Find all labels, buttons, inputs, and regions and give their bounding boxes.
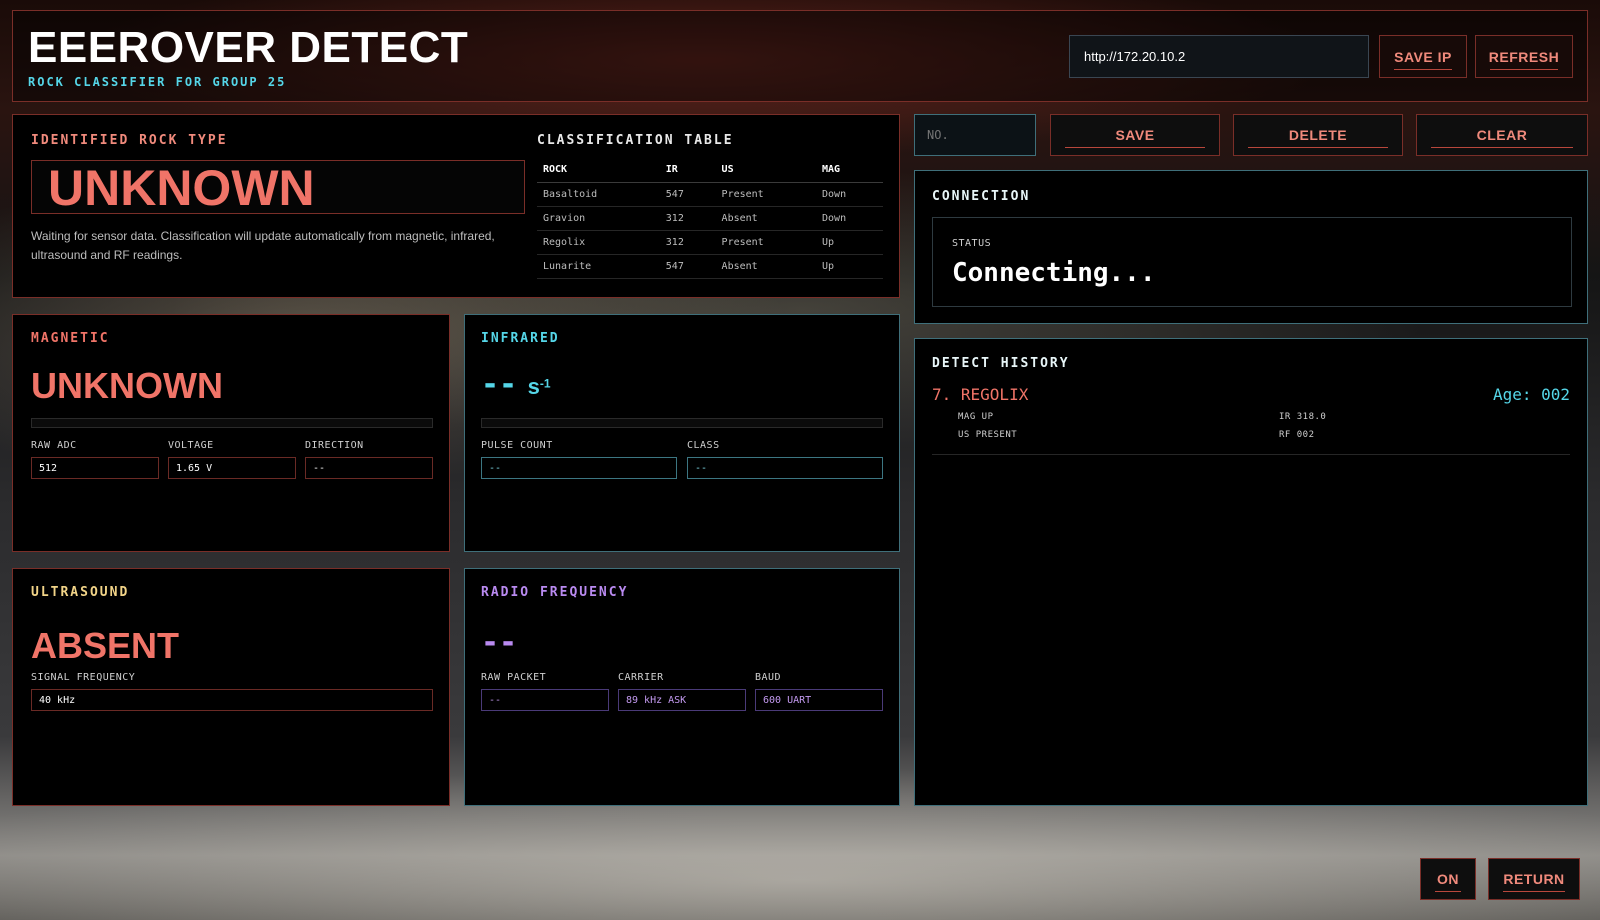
direction-value: -- (305, 457, 433, 479)
record-number-input[interactable] (914, 114, 1036, 156)
radio-frequency-panel: RADIO FREQUENCY -- RAW PACKET CARRIER BA… (464, 568, 900, 806)
column-header-ir: IR (659, 158, 716, 183)
ip-address-input[interactable] (1069, 35, 1369, 78)
column-header-us: US (715, 158, 817, 183)
infrared-value: -- (481, 367, 518, 402)
raw-packet-value: -- (481, 689, 609, 711)
ir-class-label: CLASS (687, 440, 720, 451)
raw-adc-value: 512 (31, 457, 159, 479)
identified-description: Waiting for sensor data. Classification … (31, 229, 495, 262)
infrared-label: INFRARED (481, 331, 560, 346)
refresh-button-label: REFRESH (1488, 48, 1560, 65)
table-row: Basaltoid 547 Present Down (537, 182, 883, 207)
table-cell: Down (816, 182, 883, 207)
return-button-label: RETURN (1503, 871, 1565, 887)
save-button[interactable]: SAVE (1050, 114, 1220, 156)
history-entry-us: US PRESENT (958, 430, 1018, 440)
rf-value: -- (481, 625, 518, 660)
table-row: Lunarite 547 Absent Up (537, 254, 883, 279)
table-cell: 547 (659, 182, 716, 207)
column-header-rock: ROCK (537, 158, 660, 183)
table-cell: Gravion (537, 206, 660, 231)
delete-button[interactable]: DELETE (1233, 114, 1403, 156)
identified-rock-value: UNKNOWN (31, 160, 525, 215)
table-cell: Up (816, 254, 883, 279)
history-entry-title: 7. REGOLIX (932, 385, 1029, 404)
infrared-reading: -- s-1 (481, 367, 551, 402)
direction-label: DIRECTION (305, 440, 364, 451)
infrared-level-bar (481, 418, 883, 428)
magnetic-level-bar (31, 418, 433, 428)
classification-table: ROCK IR US MAG Basaltoid 547 Present Dow… (537, 158, 883, 279)
table-cell: Regolix (537, 230, 660, 255)
infrared-panel: INFRARED -- s-1 PULSE COUNT CLASS -- -- (464, 314, 900, 552)
table-cell: Lunarite (537, 254, 660, 279)
ultrasound-value: ABSENT (31, 625, 180, 666)
raw-packet-label: RAW PACKET (481, 672, 547, 683)
delete-button-label: DELETE (1288, 127, 1348, 143)
refresh-button[interactable]: REFRESH (1475, 35, 1573, 78)
connection-status-box: STATUS Connecting... (932, 217, 1572, 307)
clear-button-label: CLEAR (1476, 127, 1528, 143)
table-cell: Present (715, 182, 817, 207)
history-entry-rf: RF 002 (1279, 430, 1315, 440)
connection-status-value: Connecting... (952, 258, 1156, 288)
signal-frequency-label: SIGNAL FREQUENCY (31, 672, 136, 683)
pulse-count-value: -- (481, 457, 677, 479)
history-entry[interactable]: 7. REGOLIX Age: 002 MAG UP US PRESENT IR… (932, 383, 1570, 455)
ir-class-value: -- (687, 457, 883, 479)
table-cell: Down (816, 206, 883, 231)
table-cell: 547 (659, 254, 716, 279)
table-cell: 312 (659, 230, 716, 255)
voltage-value: 1.65 V (168, 457, 296, 479)
save-ip-button[interactable]: SAVE IP (1379, 35, 1467, 78)
app-subtitle: ROCK CLASSIFIER FOR GROUP 25 (28, 75, 287, 89)
carrier-value: 89 kHz ASK (618, 689, 746, 711)
connection-panel: CONNECTION STATUS Connecting... (914, 170, 1588, 324)
table-cell: 312 (659, 206, 716, 231)
voltage-label: VOLTAGE (168, 440, 214, 451)
save-button-label: SAVE (1115, 127, 1155, 143)
baud-label: BAUD (755, 672, 782, 683)
save-ip-button-label: SAVE IP (1394, 48, 1452, 65)
clear-button[interactable]: CLEAR (1416, 114, 1588, 156)
table-row: Gravion 312 Absent Down (537, 206, 883, 231)
detect-history-label: DETECT HISTORY (932, 356, 1070, 371)
history-entry-age: Age: 002 (1492, 385, 1570, 404)
infrared-unit: s (527, 374, 540, 399)
return-button[interactable]: RETURN (1488, 858, 1580, 900)
app-title: EEEROVER DETECT (28, 23, 469, 72)
connection-label: CONNECTION (932, 189, 1031, 204)
identified-panel: IDENTIFIED ROCK TYPE UNKNOWN Waiting for… (12, 114, 900, 298)
on-button-label: ON (1437, 871, 1459, 887)
history-entry-ir: IR 318.0 (1279, 412, 1327, 422)
identified-label: IDENTIFIED ROCK TYPE (31, 133, 228, 148)
pulse-count-label: PULSE COUNT (481, 440, 553, 451)
baud-value: 600 UART (755, 689, 883, 711)
classification-label: CLASSIFICATION TABLE (537, 133, 734, 148)
table-cell: Up (816, 230, 883, 255)
classification-header-row: ROCK IR US MAG (537, 158, 883, 183)
raw-adc-label: RAW ADC (31, 440, 77, 451)
infrared-unit-exponent: -1 (539, 376, 551, 391)
header-bar: EEEROVER DETECT ROCK CLASSIFIER FOR GROU… (12, 10, 1588, 102)
status-label: STATUS (952, 238, 992, 249)
column-header-mag: MAG (816, 158, 883, 183)
table-cell: Absent (715, 206, 817, 231)
carrier-label: CARRIER (618, 672, 664, 683)
table-row: Regolix 312 Present Up (537, 230, 883, 255)
detect-history-panel: DETECT HISTORY 7. REGOLIX Age: 002 MAG U… (914, 338, 1588, 806)
signal-frequency-value: 40 kHz (31, 689, 433, 711)
magnetic-panel: MAGNETIC UNKNOWN RAW ADC VOLTAGE DIRECTI… (12, 314, 450, 552)
history-entry-mag: MAG UP (958, 412, 994, 422)
table-cell: Basaltoid (537, 182, 660, 207)
ultrasound-panel: ULTRASOUND ABSENT SIGNAL FREQUENCY 40 kH… (12, 568, 450, 806)
table-cell: Absent (715, 254, 817, 279)
on-button[interactable]: ON (1420, 858, 1476, 900)
rf-label: RADIO FREQUENCY (481, 585, 629, 600)
magnetic-label: MAGNETIC (31, 331, 110, 346)
table-cell: Present (715, 230, 817, 255)
ultrasound-label: ULTRASOUND (31, 585, 130, 600)
magnetic-value: UNKNOWN (31, 365, 223, 406)
